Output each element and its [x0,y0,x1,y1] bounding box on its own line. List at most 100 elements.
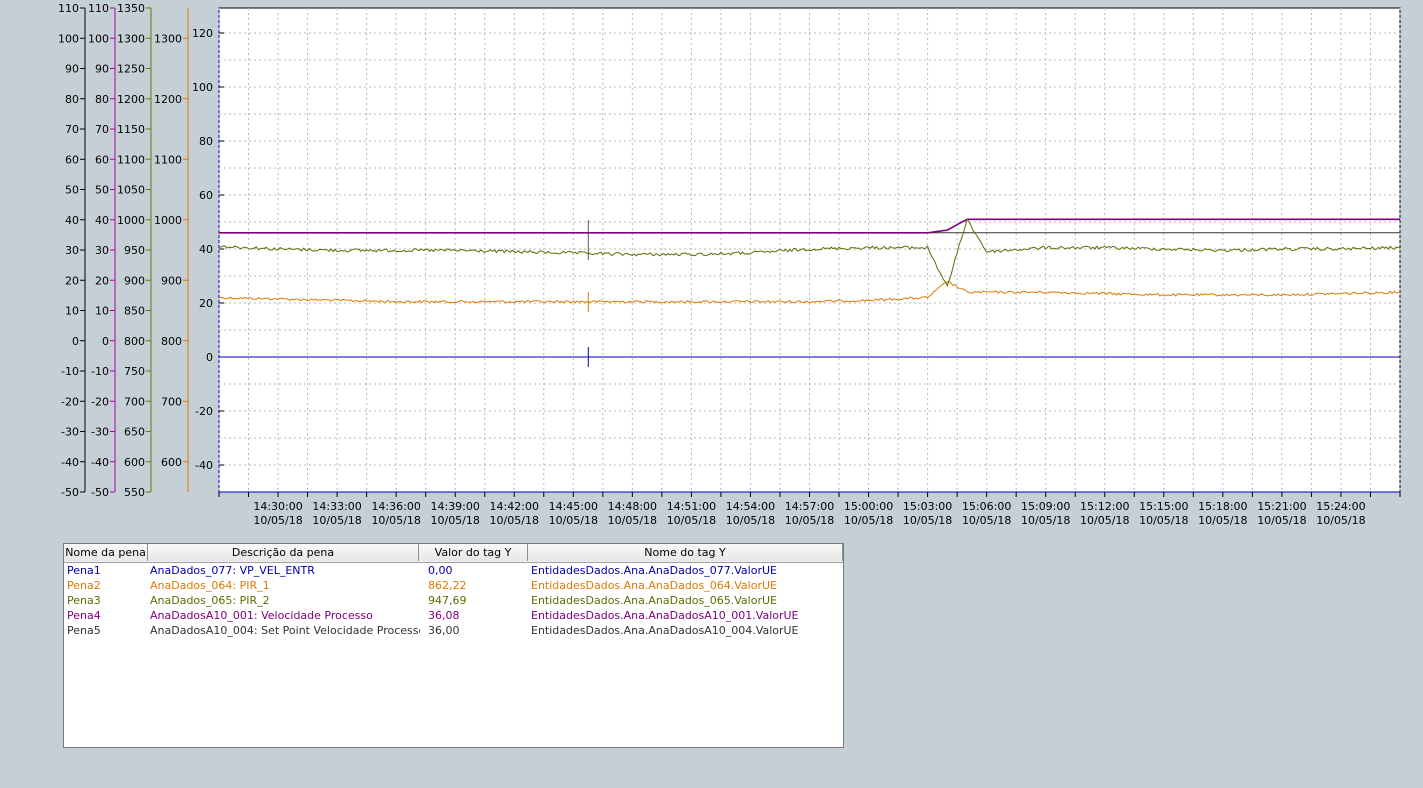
y-axis-tick-label: 20 [199,297,213,310]
x-axis-tick-date: 10/05/18 [312,514,361,527]
y-axis-tick-label: 700 [124,395,145,408]
y-axis-tick-label: 1200 [154,93,182,106]
y-axis-tick-label: 10 [65,305,79,318]
y-axis-tick-label: 50 [65,184,79,197]
trend-chart-svg[interactable]: 1101009080706050403020100-10-20-30-40-50… [0,0,1423,540]
y-axis-tick-label: -40 [91,456,109,469]
x-axis-tick-date: 10/05/18 [1021,514,1070,527]
x-axis-tick-date: 10/05/18 [253,514,302,527]
trend-chart[interactable]: 110 100 90 80 70 60 50 40 30 20 10 0 -10 -20 -30 -40 -50… [0,0,1423,540]
x-axis-tick-time: 15:06:00 [962,500,1011,513]
y-axis-tick-label: 110 [88,2,109,15]
tag-value-cell: 862,22 [428,579,467,592]
tag-name-cell: EntidadesDados.Ana.AnaDadosA10_001.Valor… [531,609,799,622]
header-pen-description[interactable]: Descrição da pena [148,544,419,561]
y-axis-tick-label: 1050 [117,184,145,197]
y-axis-tick-label: 40 [199,243,213,256]
x-axis-tick-time: 14:33:00 [312,500,361,513]
x-axis-tick-date: 10/05/18 [490,514,539,527]
pen-name-cell: Pena2 [67,579,101,592]
y-axis-tick-label: 650 [124,426,145,439]
x-axis-tick-time: 14:42:00 [490,500,539,513]
y-axis-tick-label: 50 [95,184,109,197]
x-axis-tick-time: 15:18:00 [1198,500,1247,513]
x-axis-tick-date: 10/05/18 [608,514,657,527]
pen-row[interactable]: Pena4 AnaDadosA10_001: Velocidade Process… [64,608,843,623]
y-axis-tick-label: 60 [65,153,79,166]
y-axis-tick-label: 100 [192,81,213,94]
header-tag-name[interactable]: Nome do tag Y [528,544,843,561]
tag-value-cell: 0,00 [428,564,453,577]
x-axis-tick-time: 15:15:00 [1139,500,1188,513]
y-axis-tick-label: 80 [65,93,79,106]
y-axis-tick-label: 800 [161,335,182,348]
y-axis-tick-label: -30 [61,426,79,439]
tag-value-cell: 947,69 [428,594,467,607]
y-axis-tick-label: 900 [124,274,145,287]
y-axis-tick-label: 800 [124,335,145,348]
y-axis-tick-label: 850 [124,305,145,318]
x-axis-tick-time: 14:39:00 [430,500,479,513]
y-axis-tick-label: 750 [124,365,145,378]
y-axis-tick-label: 120 [192,27,213,40]
x-axis-tick-date: 10/05/18 [1080,514,1129,527]
pen-name-cell: Pena1 [67,564,101,577]
x-axis-tick-date: 10/05/18 [1198,514,1247,527]
x-axis-tick-time: 14:45:00 [549,500,598,513]
y-axis-tick-label: -10 [91,365,109,378]
y-axis-tick-label: 1100 [117,153,145,166]
y-axis-tick-label: -50 [61,486,79,499]
pen-description-cell: AnaDados_077: VP_VEL_ENTR [150,564,315,577]
x-axis-tick-date: 10/05/18 [844,514,893,527]
pen-table[interactable]: Nome da pena Descrição da pena Valor do … [63,543,844,748]
y-axis-tick-label: 1300 [154,32,182,45]
y-axis-tick-label: 600 [124,456,145,469]
y-axis-tick-label: 80 [199,135,213,148]
y-axis-tick-label: 1150 [117,123,145,136]
x-axis-tick-time: 15:03:00 [903,500,952,513]
y-axis-tick-label: 1300 [117,32,145,45]
tag-name-cell: EntidadesDados.Ana.AnaDados_064.ValorUE [531,579,777,592]
pen-description-cell: AnaDadosA10_004: Set Point Velocidade Pr… [150,624,420,637]
x-axis-tick-date: 10/05/18 [726,514,775,527]
y-axis-tick-label: 110 [58,2,79,15]
pen-row[interactable]: Pena5 AnaDadosA10_004: Set Point Velocida… [64,623,843,638]
tag-name-cell: EntidadesDados.Ana.AnaDadosA10_004.Valor… [531,624,799,637]
x-axis-tick-time: 14:57:00 [785,500,834,513]
y-axis-tick-label: 100 [88,32,109,45]
y-axis-tick-label: 60 [199,189,213,202]
pen-description-cell: AnaDados_065: PIR_2 [150,594,270,607]
y-axis-tick-label: 60 [95,153,109,166]
x-axis-tick-date: 10/05/18 [903,514,952,527]
x-axis-tick-time: 15:00:00 [844,500,893,513]
y-axis-tick-label: -20 [91,395,109,408]
x-axis-tick-date: 10/05/18 [371,514,420,527]
tag-name-cell: EntidadesDados.Ana.AnaDados_077.ValorUE [531,564,777,577]
pen-row[interactable]: Pena3 AnaDados_065: PIR_2 947,69 EntidadesD… [64,593,843,608]
y-axis-tick-label: 70 [95,123,109,136]
y-axis-tick-label: -20 [195,405,213,418]
y-axis-tick-label: 0 [102,335,109,348]
pen-row[interactable]: Pena1 AnaDados_077: VP_VEL_ENTR 0,00 Entida… [64,563,843,578]
y-axis-tick-label: 40 [65,214,79,227]
y-axis-tick-label: 40 [95,214,109,227]
pen-name-cell: Pena5 [67,624,101,637]
x-axis-tick-date: 10/05/18 [1139,514,1188,527]
x-axis-tick-time: 14:48:00 [608,500,657,513]
header-pen-name[interactable]: Nome da pena [64,544,148,561]
y-axis-tick-label: 20 [65,274,79,287]
y-axis-tick-label: 90 [65,63,79,76]
y-axis-tick-label: 0 [72,335,79,348]
y-axis-tick-label: 1350 [117,2,145,15]
tag-value-cell: 36,00 [428,624,460,637]
header-tag-value[interactable]: Valor do tag Y [419,544,528,561]
y-axis-tick-label: 1250 [117,63,145,76]
pen-row[interactable]: Pena2 AnaDados_064: PIR_1 862,22 EntidadesD… [64,578,843,593]
y-axis-tick-label: 80 [95,93,109,106]
y-axis-tick-label: 1100 [154,153,182,166]
y-axis-tick-label: 70 [65,123,79,136]
x-axis-tick-time: 15:24:00 [1316,500,1365,513]
x-axis-tick-date: 10/05/18 [549,514,598,527]
y-axis-tick-label: 950 [124,244,145,257]
x-axis-tick-time: 15:21:00 [1257,500,1306,513]
